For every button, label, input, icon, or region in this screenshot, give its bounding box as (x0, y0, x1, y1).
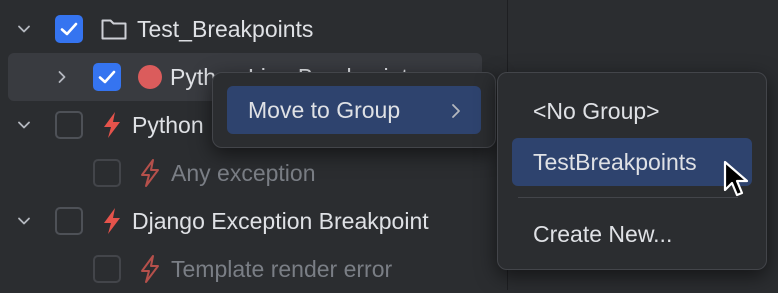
tree-row-any-exception[interactable]: Any exception (0, 149, 507, 197)
menu-item-label: Create New... (533, 220, 673, 247)
lightning-outline-icon (136, 254, 164, 284)
folder-icon (100, 16, 128, 42)
chevron-right-icon[interactable] (50, 65, 74, 89)
menu-item-label: <No Group> (533, 97, 660, 124)
menu-item-no-group[interactable]: <No Group> (512, 87, 752, 135)
tree-row-label: Template render error (171, 256, 393, 282)
tree-row-template-render-error[interactable]: Template render error (0, 245, 507, 293)
chevron-down-icon[interactable] (12, 209, 36, 233)
menu-item-label: TestBreakpoints (533, 148, 697, 175)
mouse-pointer-icon (722, 160, 752, 205)
menu-item-label: Move to Group (248, 96, 401, 123)
tree-row-label: Python (132, 112, 204, 138)
breakpoint-checkbox[interactable] (93, 63, 121, 91)
chevron-down-icon[interactable] (12, 113, 36, 137)
submenu-arrow-icon (449, 100, 463, 127)
menu-item-create-new[interactable]: Create New... (512, 210, 752, 258)
tree-row-label: Django Exception Breakpoint (132, 208, 429, 234)
tree-row-django-exception-breakpoint[interactable]: Django Exception Breakpoint (0, 197, 507, 245)
tree-row-label: Any exception (171, 160, 316, 186)
menu-item-test-breakpoints[interactable]: TestBreakpoints (512, 138, 752, 186)
exception-group-checkbox[interactable] (55, 111, 83, 139)
line-breakpoint-icon (136, 63, 164, 91)
menu-item-move-to-group[interactable]: Move to Group (227, 86, 481, 134)
django-group-checkbox[interactable] (55, 207, 83, 235)
context-menu: Move to Group (212, 72, 496, 148)
tree-row-label: Test_Breakpoints (137, 16, 314, 42)
exception-checkbox[interactable] (93, 159, 121, 187)
lightning-outline-icon (136, 158, 164, 188)
group-checkbox[interactable] (55, 15, 83, 43)
menu-separator (518, 197, 738, 198)
lightning-icon (98, 206, 126, 236)
lightning-icon (98, 110, 126, 140)
tree-row-test-breakpoints-group[interactable]: Test_Breakpoints (0, 5, 507, 53)
template-error-checkbox[interactable] (93, 255, 121, 283)
chevron-down-icon[interactable] (12, 17, 36, 41)
